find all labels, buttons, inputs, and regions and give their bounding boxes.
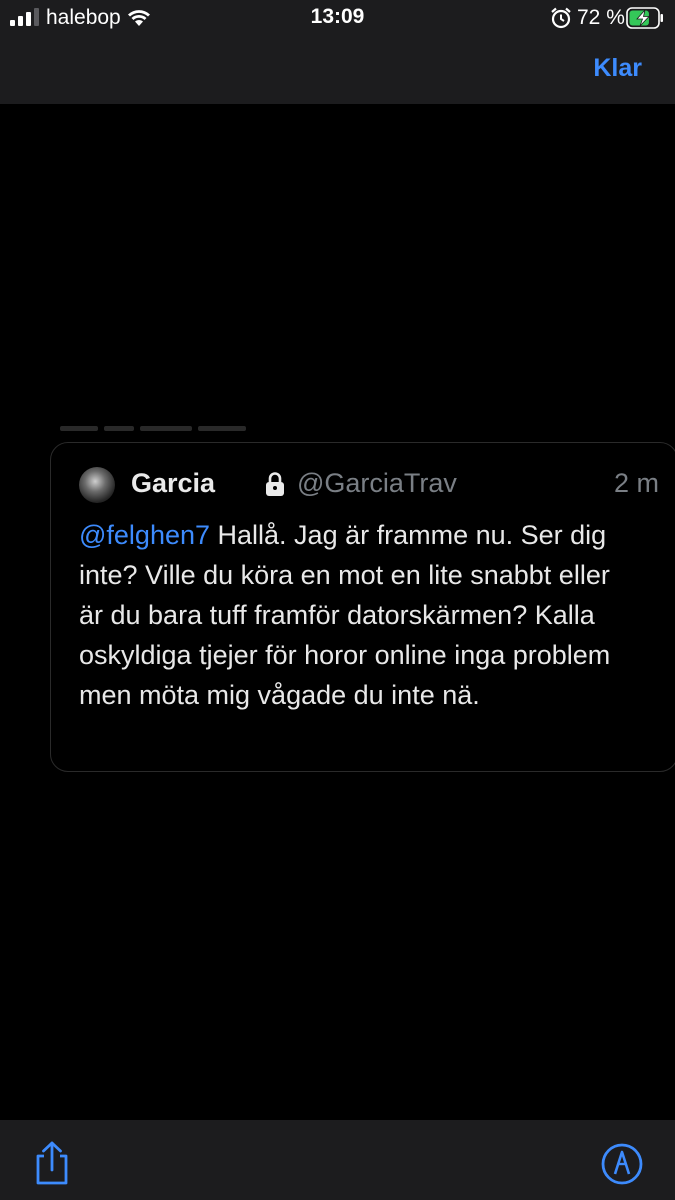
cropped-text-fragment (60, 426, 246, 431)
tweet-timestamp: 2 m (613, 468, 659, 498)
user-handle: @GarciaTrav (297, 468, 457, 498)
photo-viewer-screen: halebop 13:09 72 % Klar Garcia @GarciaTr… (0, 0, 675, 1200)
clock: 13:09 (310, 5, 365, 28)
status-bar: halebop 13:09 72 % (0, 0, 675, 36)
battery-charging-icon (626, 7, 663, 29)
share-icon[interactable] (30, 1140, 74, 1186)
mention-link: @felghen7 (79, 520, 211, 550)
display-name: Garcia (131, 468, 216, 498)
lock-icon (266, 472, 284, 496)
done-button[interactable]: Klar (593, 54, 642, 83)
tweet-header: Garcia @GarciaTrav 2 m (79, 465, 659, 505)
top-bar: halebop 13:09 72 % Klar (0, 0, 675, 104)
avatar (79, 467, 115, 503)
alarm-icon (551, 7, 571, 29)
screenshot-image: Garcia @GarciaTrav 2 m @felghen7 Hallå. … (0, 104, 675, 1120)
battery-percent: 72 % (577, 6, 625, 29)
markup-icon[interactable] (600, 1142, 644, 1186)
bottom-toolbar (0, 1120, 675, 1200)
tweet-card: Garcia @GarciaTrav 2 m @felghen7 Hallå. … (50, 442, 675, 772)
tweet-text: @felghen7 Hallå. Jag är framme nu. Ser d… (79, 515, 639, 715)
